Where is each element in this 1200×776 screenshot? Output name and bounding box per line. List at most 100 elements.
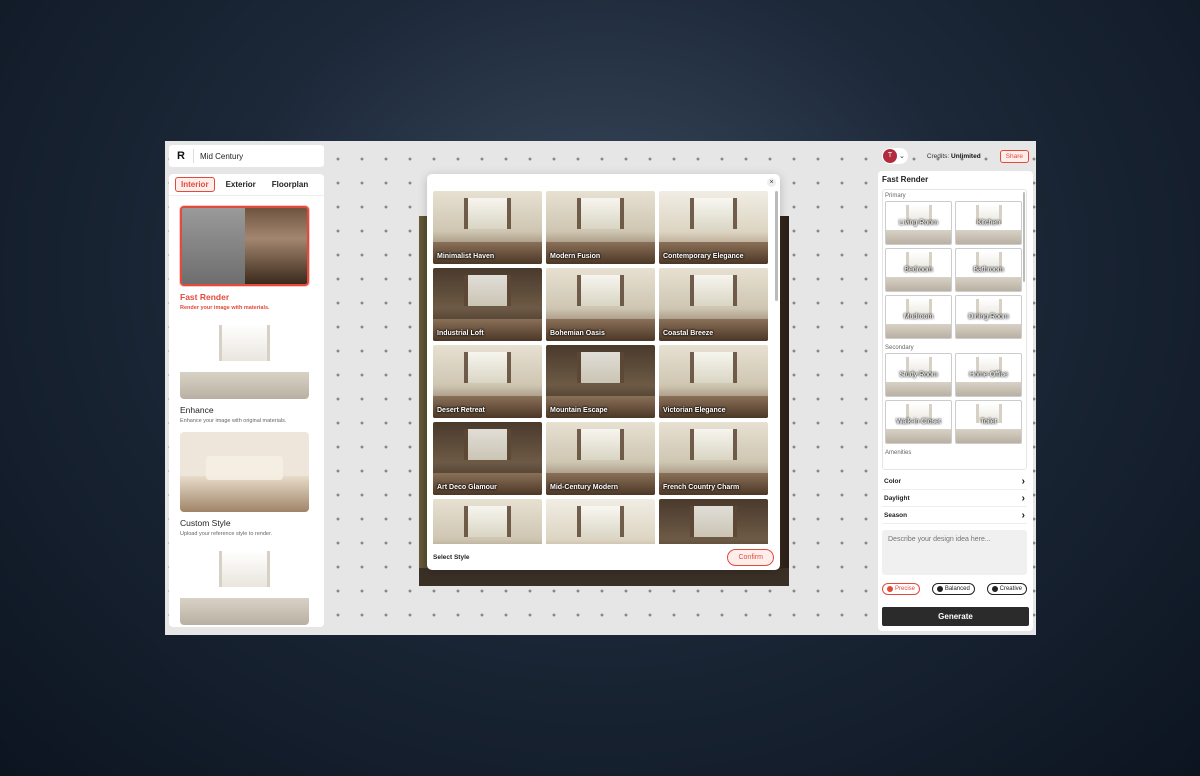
credits-value: Unlimited: [951, 152, 981, 160]
option-season[interactable]: Season ›: [882, 507, 1027, 524]
account-menu[interactable]: T ⌄: [882, 148, 908, 164]
mode-title: Enhance: [180, 405, 214, 415]
style-label: Modern Fusion: [550, 253, 601, 260]
modal-scrollbar[interactable]: [775, 191, 778, 301]
style-card[interactable]: Desert Retreat: [433, 345, 542, 418]
style-card[interactable]: Coastal Breeze: [659, 268, 768, 341]
options-list: Color › Daylight › Season ›: [882, 473, 1027, 524]
divider: [193, 149, 194, 163]
option-label: Color: [884, 477, 901, 485]
custom-style-thumbnail[interactable]: [180, 432, 309, 512]
fast-render-thumbnail[interactable]: [180, 206, 309, 286]
room-list-scrollbar[interactable]: [1023, 192, 1025, 282]
room-card[interactable]: Study Room: [885, 353, 952, 397]
confirm-button[interactable]: Confirm: [727, 548, 774, 566]
creative-option[interactable]: Creative: [986, 583, 1027, 595]
room-label: Mudroom: [903, 313, 934, 321]
generate-button[interactable]: Generate: [882, 607, 1029, 626]
room-card[interactable]: Toilet: [955, 400, 1022, 444]
style-card[interactable]: Art Deco Glamour: [433, 422, 542, 495]
credits-info: Credits: Unlimited: [927, 153, 981, 160]
style-card[interactable]: Minimalist Haven: [433, 191, 542, 264]
option-color[interactable]: Color ›: [882, 473, 1027, 490]
chevron-right-icon: ›: [1021, 475, 1025, 487]
account-bar: T ⌄ Credits: Unlimited Share: [878, 145, 1033, 167]
section-amenities: Amenities: [885, 450, 912, 456]
style-label: Coastal Breeze: [663, 330, 714, 337]
section-primary: Primary: [885, 193, 906, 199]
room-label: Living Room: [899, 219, 938, 227]
room-card[interactable]: Mudroom: [885, 295, 952, 339]
tab-exterior[interactable]: Exterior: [221, 178, 261, 191]
style-card[interactable]: Contemporary Elegance: [659, 191, 768, 264]
room-label: Kitchen: [976, 219, 1001, 227]
section-secondary: Secondary: [885, 345, 914, 351]
style-card[interactable]: [433, 499, 542, 544]
design-prompt-input[interactable]: [882, 530, 1027, 575]
option-label: Daylight: [884, 494, 910, 502]
style-card[interactable]: Modern Fusion: [546, 191, 655, 264]
mode-title: Custom Style: [180, 518, 231, 528]
mode-fast-render[interactable]: Fast Render Render your image with mater…: [169, 206, 324, 311]
left-panel: Interior Exterior Floorplan Fast Render …: [169, 174, 324, 627]
avatar[interactable]: T: [883, 149, 897, 163]
room-card[interactable]: Bedroom: [885, 248, 952, 292]
select-style-label: Select Style: [433, 553, 470, 561]
style-card[interactable]: Mountain Escape: [546, 345, 655, 418]
radio-icon: [936, 586, 943, 592]
style-card[interactable]: Bohemian Oasis: [546, 268, 655, 341]
style-label: Art Deco Glamour: [437, 484, 497, 491]
style-card[interactable]: [546, 499, 655, 544]
credits-label: Credits:: [926, 152, 950, 160]
tab-floorplan[interactable]: Floorplan: [267, 178, 313, 191]
tab-interior[interactable]: Interior: [175, 177, 215, 192]
panel-title: Fast Render: [882, 175, 929, 184]
option-label: Creative: [999, 586, 1022, 592]
style-card[interactable]: [659, 499, 768, 544]
option-label: Precise: [895, 586, 916, 592]
style-label: Contemporary Elegance: [663, 253, 744, 260]
style-card[interactable]: Industrial Loft: [433, 268, 542, 341]
precise-option[interactable]: Precise: [882, 583, 921, 595]
room-card[interactable]: Kitchen: [955, 201, 1022, 245]
room-card[interactable]: Home Office: [955, 353, 1022, 397]
chevron-right-icon: ›: [1021, 492, 1025, 504]
option-label: Balanced: [944, 586, 970, 592]
project-name[interactable]: Mid Century: [200, 152, 243, 161]
style-grid: Minimalist Haven Modern Fusion Contempor…: [433, 191, 770, 544]
share-button[interactable]: Share: [999, 149, 1029, 163]
project-bar: R Mid Century: [169, 145, 324, 167]
room-card[interactable]: Walk-in Closet: [885, 400, 952, 444]
style-card[interactable]: Victorian Elegance: [659, 345, 768, 418]
enhance-thumbnail[interactable]: [180, 319, 309, 399]
room-card[interactable]: Dining Room: [955, 295, 1022, 339]
mode-title: Fast Render: [180, 292, 230, 302]
style-label: French Country Charm: [663, 484, 740, 491]
mode-enhance[interactable]: Enhance Enhance your image with original…: [169, 319, 324, 424]
room-label: Bedroom: [904, 266, 933, 274]
close-icon[interactable]: ×: [767, 178, 776, 187]
mode-description: Enhance your image with original materia…: [180, 418, 287, 424]
room-card[interactable]: Bathroom: [955, 248, 1022, 292]
style-label: Bohemian Oasis: [550, 330, 605, 337]
style-card[interactable]: Mid-Century Modern: [546, 422, 655, 495]
extra-thumbnail[interactable]: [180, 545, 309, 625]
style-label: Victorian Elegance: [663, 407, 726, 414]
mode-description: Upload your reference style to render.: [180, 531, 273, 537]
modal-footer: Select Style Confirm: [427, 544, 780, 570]
room-label: Bathroom: [973, 266, 1004, 274]
app-window: R Mid Century Interior Exterior Floorpla…: [165, 141, 1036, 635]
logo: R: [177, 150, 185, 162]
room-label: Walk-in Closet: [896, 418, 941, 426]
room-type-list: Primary Living Room Kitchen Bedroom Bath…: [882, 189, 1027, 470]
style-label: Desert Retreat: [437, 407, 485, 414]
style-card[interactable]: French Country Charm: [659, 422, 768, 495]
style-label: Mid-Century Modern: [550, 484, 619, 491]
mode-custom-style[interactable]: Custom Style Upload your reference style…: [169, 432, 324, 537]
balanced-option[interactable]: Balanced: [931, 583, 975, 595]
option-daylight[interactable]: Daylight ›: [882, 490, 1027, 507]
chevron-down-icon[interactable]: ⌄: [899, 152, 905, 160]
room-card[interactable]: Living Room: [885, 201, 952, 245]
creativity-selector: Precise Balanced Creative: [882, 583, 1027, 595]
mode-extra[interactable]: [169, 545, 324, 625]
